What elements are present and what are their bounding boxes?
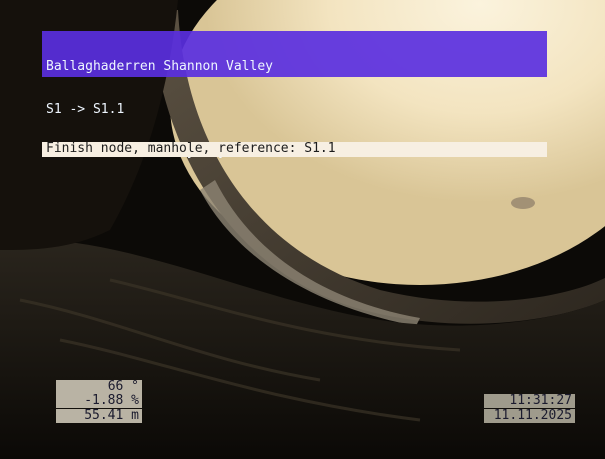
angle-readout: 66 ° — [56, 380, 142, 394]
section-label: S1 -> S1.1 — [46, 101, 125, 117]
wall-debris — [511, 197, 535, 209]
location-label: Ballaghaderren Shannon Valley — [46, 59, 273, 74]
time-readout: 11:31:27 — [484, 394, 575, 408]
node-label: Finish node, manhole, reference: S1.1 — [46, 141, 336, 156]
distance-readout: 55.41 m — [56, 409, 142, 423]
date-readout: 11.11.2025 — [484, 409, 575, 423]
incline-readout: -1.88 % — [56, 394, 142, 408]
header-overlay: Ballaghaderren Shannon Valley S1 -> S1.1… — [46, 32, 304, 188]
inspection-video-frame: Ballaghaderren Shannon Valley S1 -> S1.1… — [0, 0, 605, 459]
